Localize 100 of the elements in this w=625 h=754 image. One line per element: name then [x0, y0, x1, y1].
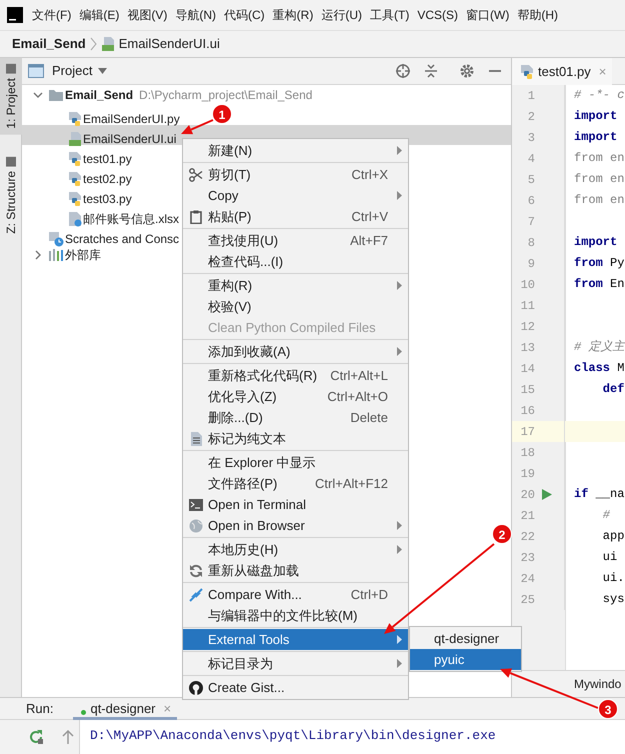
menu-item[interactable]: 工具(T) — [366, 0, 414, 30]
menu-item[interactable]: 编辑(E) — [75, 0, 124, 30]
line-number: 10 — [520, 276, 535, 294]
menu-item[interactable]: 检查代码...(I) — [183, 251, 408, 272]
chevron-separator-icon — [90, 37, 97, 51]
line-number: 16 — [520, 402, 535, 420]
compare-arrows-icon — [188, 588, 202, 602]
menu-item[interactable]: Copy — [183, 185, 408, 206]
shortcut-text: Ctrl+Alt+F12 — [315, 474, 388, 493]
menu-item[interactable]: Open in Terminal — [183, 494, 408, 515]
menu-item[interactable]: VCS(S) — [413, 0, 462, 30]
shortcut-text: Ctrl+Alt+L — [330, 366, 388, 385]
menu-item[interactable]: 在 Explorer 中显示 — [183, 452, 408, 473]
breadcrumb-item[interactable]: EmailSenderUI.ui — [118, 34, 220, 54]
menu-item[interactable]: 视图(V) — [123, 0, 172, 30]
line-number: 22 — [520, 528, 535, 546]
submenu-item[interactable]: qt-designer — [410, 628, 521, 649]
path-text: D:\Pycharm_project\Email_Send — [139, 87, 312, 104]
line-number: 9 — [526, 256, 535, 272]
line-number: 6 — [526, 192, 535, 210]
tree-item[interactable]: 邮件账号信息.xlsx — [48, 209, 179, 229]
menu-item[interactable]: 文件路径(P) Ctrl+Alt+F12 — [183, 473, 408, 494]
library-icon — [48, 248, 64, 262]
menu-item[interactable]: 剪切(T) Ctrl+X — [183, 164, 408, 185]
run-tab[interactable]: qt-designer × — [73, 698, 178, 720]
globe-icon — [188, 518, 202, 532]
tree-item[interactable]: EmailSenderUI.py — [48, 109, 180, 129]
panel-title[interactable]: Project — [52, 61, 92, 81]
menu-item[interactable]: 重构(R) — [268, 0, 318, 30]
menu-item[interactable]: 添加到收藏(A) — [183, 341, 408, 362]
code-line: ui. — [602, 570, 624, 587]
collapse-all-icon[interactable] — [423, 63, 439, 79]
code-line: app — [602, 528, 624, 545]
code-line: # -*- c — [573, 87, 624, 104]
menu-item[interactable]: 新建(N) — [183, 140, 408, 161]
tool-window-icon — [6, 64, 16, 74]
breadcrumb-text: Mywindo — [574, 677, 622, 691]
menu-item[interactable]: 导航(N) — [171, 0, 220, 30]
annotation-arrow — [181, 119, 214, 134]
shortcut-text: Ctrl+X — [352, 166, 388, 184]
code-line: from en — [573, 150, 624, 167]
breadcrumb-item[interactable]: Email_Send — [12, 34, 86, 54]
menu-item[interactable]: 粘贴(P) Ctrl+V — [183, 206, 408, 227]
menu-item[interactable]: 优化导入(Z) Ctrl+Alt+O — [183, 386, 408, 407]
rerun-icon[interactable] — [28, 729, 44, 745]
line-number: 15 — [520, 382, 535, 398]
tree-item[interactable]: test02.py — [48, 169, 132, 189]
editor-tab[interactable]: test01.py × — [512, 58, 612, 85]
tree-item[interactable]: test01.py — [48, 149, 132, 169]
menu-item[interactable]: 标记为纯文本 — [183, 428, 408, 449]
menu-item[interactable]: 与编辑器中的文件比较(M) — [183, 605, 408, 626]
menu-item[interactable]: 窗口(W) — [462, 0, 514, 30]
code-line: from En — [573, 276, 624, 293]
shortcut-text: Delete — [350, 408, 388, 427]
code-line: # 定义主 — [573, 338, 624, 356]
up-arrow-icon[interactable] — [62, 730, 74, 744]
unknown-file-icon — [68, 211, 82, 227]
dropdown-caret-icon[interactable] — [98, 68, 108, 74]
tool-window-tab[interactable]: Z: Structure — [0, 150, 22, 240]
menu-item[interactable]: 帮助(H) — [513, 0, 562, 30]
locate-icon[interactable] — [395, 63, 411, 79]
menu-item[interactable]: 运行(U) — [317, 0, 366, 30]
shortcut-text: Ctrl+V — [352, 208, 388, 226]
menu-item[interactable]: 删除...(D) Delete — [183, 407, 408, 428]
tree-item[interactable]: test03.py — [48, 189, 132, 209]
menu-item[interactable]: 重构(R) — [183, 275, 408, 296]
python-file-icon — [68, 111, 82, 127]
menu-item[interactable]: 标记目录为 — [183, 653, 408, 674]
run-label: Run: — [26, 700, 54, 718]
line-number: 23 — [520, 550, 535, 566]
code-line: if __na — [573, 486, 624, 503]
menu-item[interactable]: External Tools — [183, 629, 408, 650]
menu-item[interactable]: 代码(C) — [220, 0, 269, 30]
menu-item[interactable]: 重新格式化代码(R) Ctrl+Alt+L — [183, 365, 408, 386]
menu-item[interactable]: 文件(F) — [28, 0, 76, 30]
submenu-item[interactable]: pyuic — [410, 649, 521, 670]
line-number: 2 — [526, 108, 535, 126]
menu-item[interactable]: Compare With... Ctrl+D — [183, 584, 408, 605]
line-number: 11 — [520, 298, 535, 314]
tool-window-tab[interactable]: 1: Project — [0, 58, 22, 135]
console-output: D:\MyAPP\Anaconda\envs\pyqt\Library\bin\designer.exe — [89, 727, 496, 745]
menu-item[interactable]: 重新从磁盘加载 — [183, 560, 408, 581]
tree-item[interactable]: Email_Send D:\Pycharm_project\Email_Send — [28, 85, 312, 105]
code-line: ui — [602, 549, 618, 566]
code-line: class M — [573, 360, 624, 377]
settings-icon[interactable] — [459, 63, 475, 79]
menu-item[interactable]: 查找使用(U) Alt+F7 — [183, 230, 408, 251]
terminal-icon — [188, 498, 202, 510]
run-icon[interactable] — [542, 489, 552, 500]
code-line: from en — [573, 192, 624, 209]
code-line: from Py — [573, 255, 624, 272]
line-number: 19 — [520, 466, 535, 482]
tree-item[interactable]: EmailSenderUI.ui — [48, 129, 176, 149]
menu-item[interactable]: 本地历史(H) — [183, 539, 408, 560]
shortcut-text: Alt+F7 — [350, 232, 388, 250]
menu-item[interactable]: Open in Browser — [183, 515, 408, 536]
menu-item[interactable]: Create Gist... — [183, 677, 408, 698]
python-file-icon — [68, 191, 82, 207]
menu-item[interactable]: 校验(V) — [183, 296, 408, 317]
scratches-icon — [48, 231, 64, 247]
